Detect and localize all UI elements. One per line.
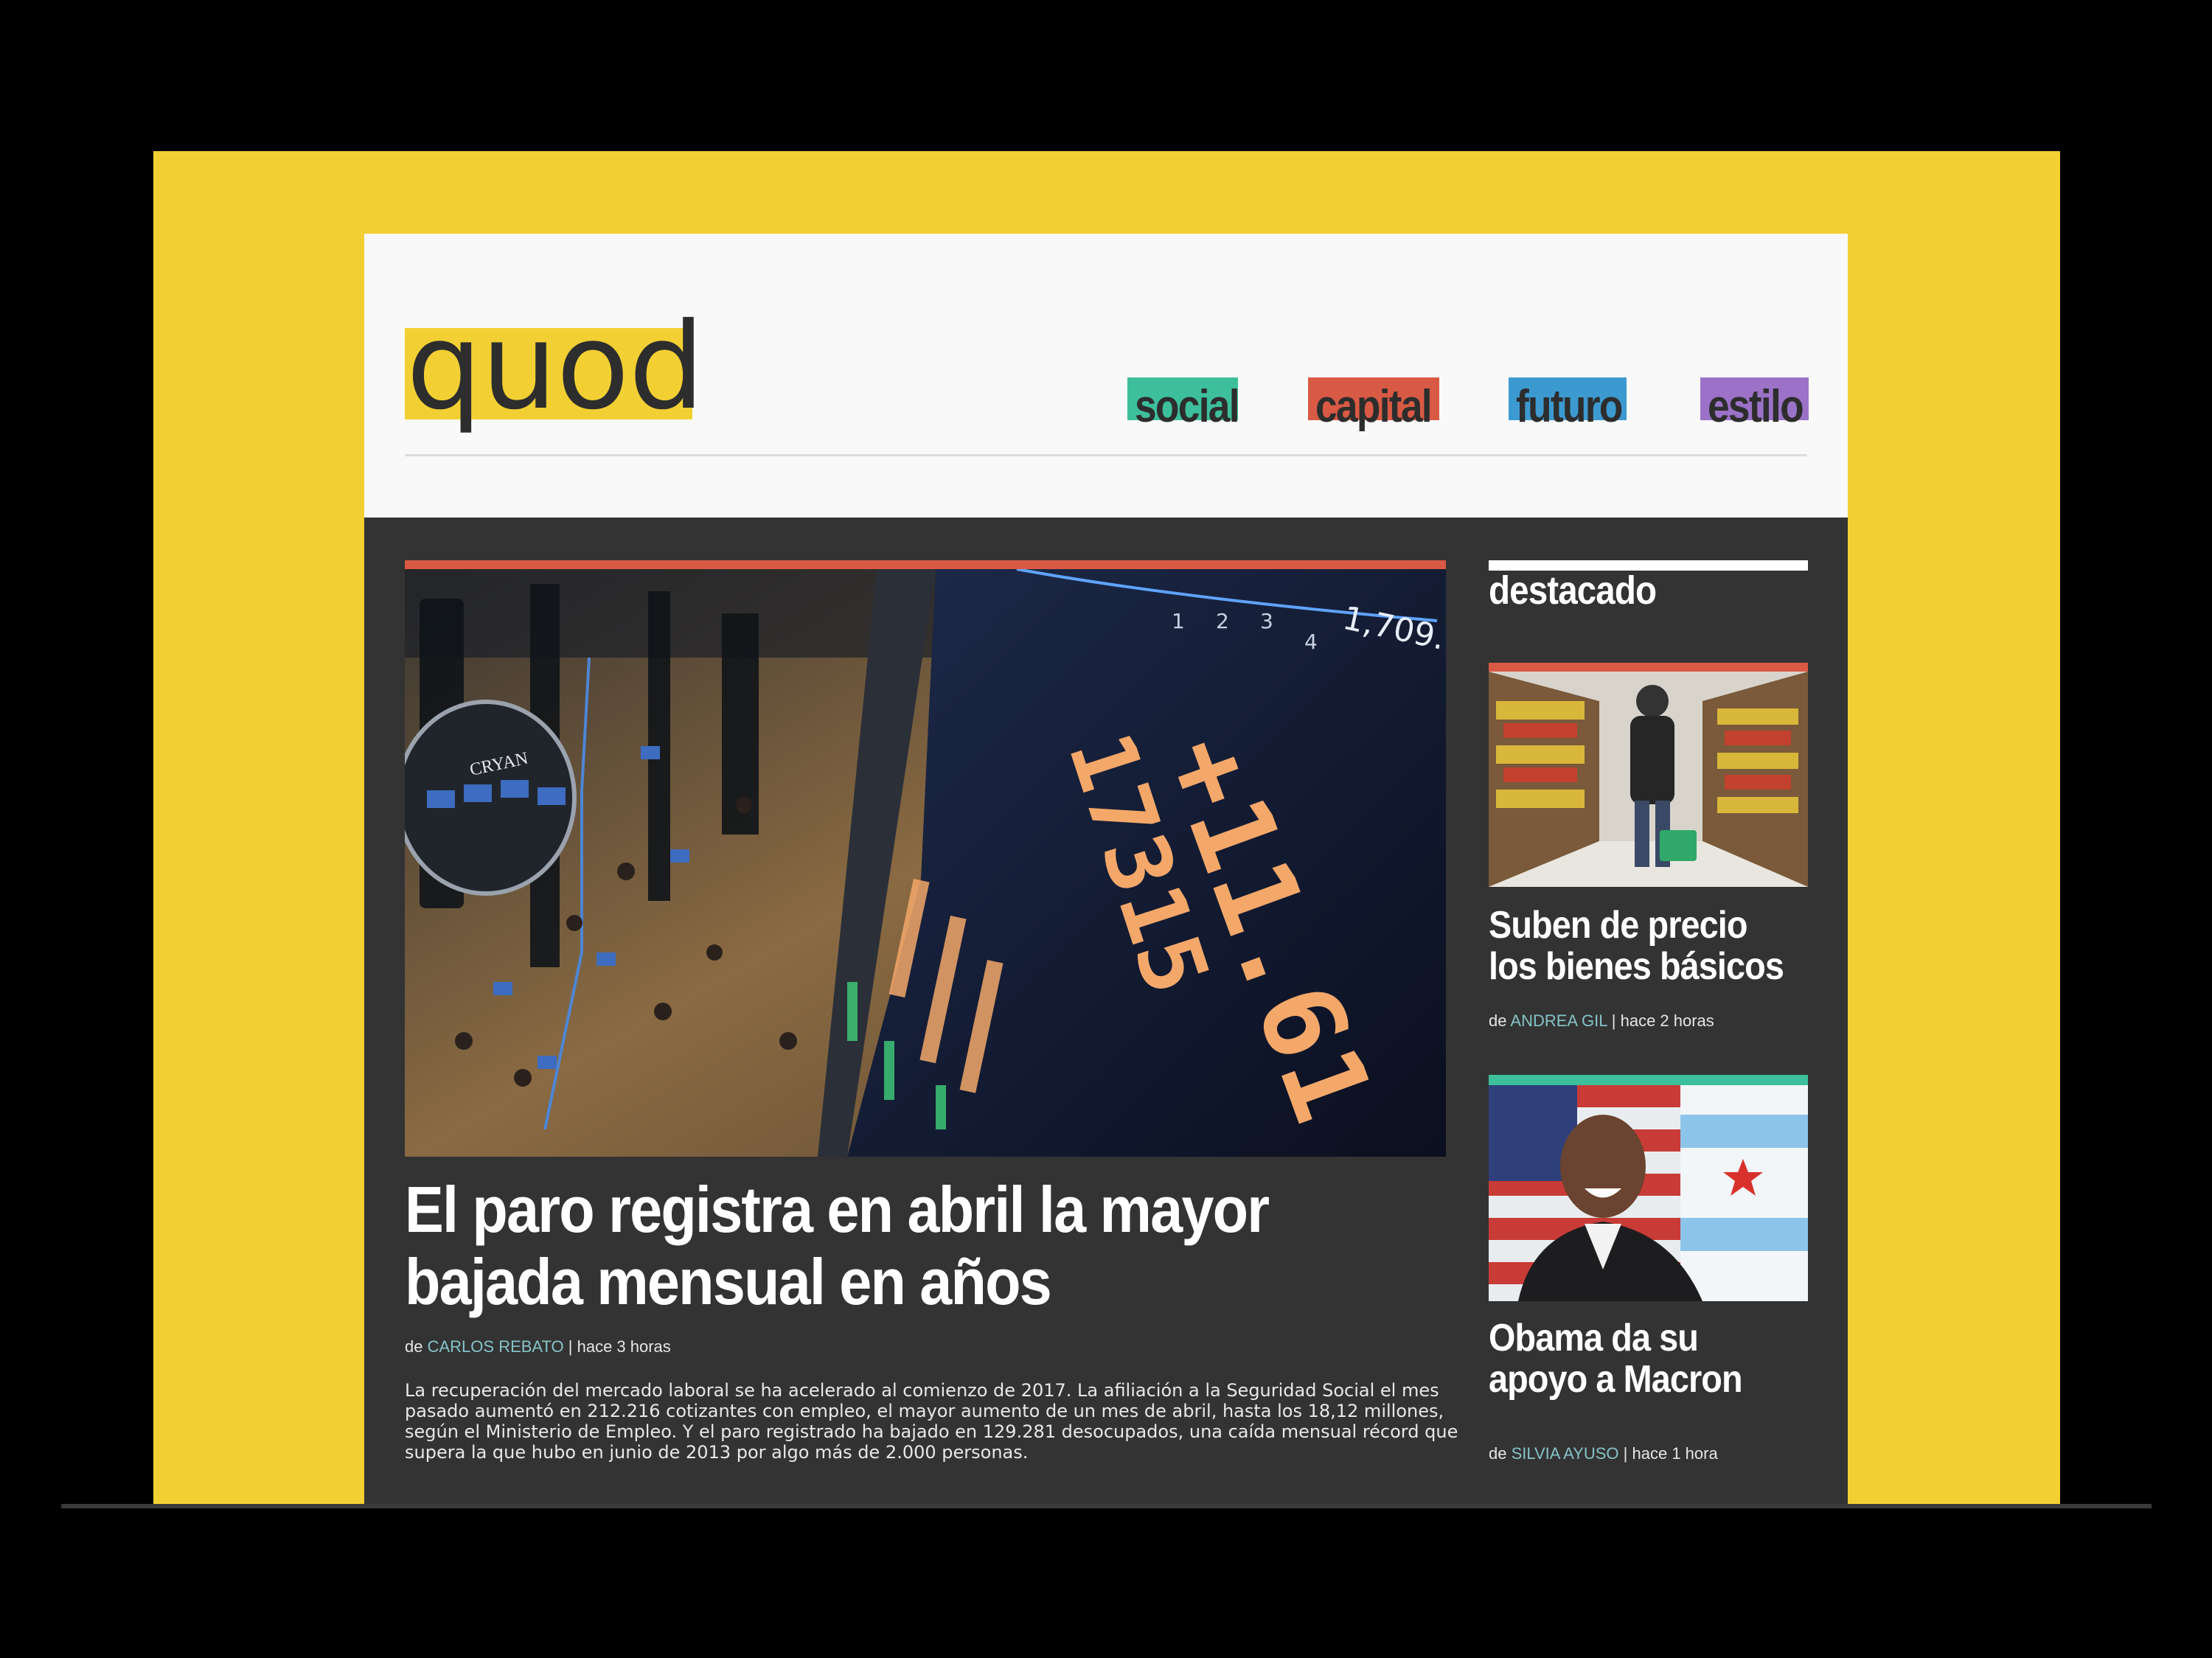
- device-edge: [61, 1504, 2152, 1508]
- byline-separator: |: [1623, 1444, 1628, 1463]
- obama-image[interactable]: [1489, 1085, 1808, 1301]
- main-story-byline: de CARLOS REBATO | hace 3 horas: [405, 1337, 671, 1356]
- byline-separator: |: [568, 1337, 573, 1356]
- byline-time: hace 3 horas: [577, 1337, 671, 1356]
- card-byline: de ANDREA GIL | hace 2 horas: [1489, 1011, 1714, 1031]
- card-title[interactable]: Obama da su apoyo a Macron: [1489, 1317, 1801, 1400]
- scale-tick-2: 2: [1216, 609, 1229, 633]
- news-page: quod social capital futuro estilo CRYAN …: [364, 234, 1848, 1504]
- quod-logo[interactable]: quod: [405, 307, 704, 427]
- nav-item-futuro[interactable]: futuro: [1509, 377, 1634, 436]
- byline-time: hace 2 horas: [1620, 1011, 1714, 1030]
- byline-author[interactable]: CARLOS REBATO: [428, 1337, 564, 1356]
- card-section-bar: [1489, 1075, 1808, 1085]
- byline-prefix: de: [1489, 1444, 1507, 1463]
- main-story-headline[interactable]: El paro registra en abril la mayor bajad…: [405, 1174, 1360, 1318]
- scale-tick-4: 4: [1304, 630, 1318, 654]
- header-divider: [405, 454, 1807, 456]
- byline-prefix: de: [1489, 1011, 1507, 1030]
- stock-exchange-illustration: CRYAN 1,709.7 1 2 3 4 +11.61 17315: [405, 569, 1446, 1157]
- nav-label: futuro: [1516, 381, 1623, 432]
- nav-item-capital[interactable]: capital: [1308, 377, 1448, 436]
- sidebar-title: destacado: [1489, 568, 1657, 613]
- scale-tick-3: 3: [1260, 609, 1273, 633]
- scale-tick-1: 1: [1172, 609, 1185, 633]
- card-byline: de SILVIA AYUSO | hace 1 hora: [1489, 1444, 1718, 1463]
- byline-author[interactable]: ANDREA GIL: [1510, 1011, 1607, 1030]
- main-story-summary: La recuperación del mercado laboral se h…: [405, 1380, 1458, 1463]
- byline-separator: |: [1611, 1011, 1616, 1030]
- byline-prefix: de: [405, 1337, 423, 1356]
- portrait-illustration: [1489, 1085, 1808, 1301]
- supermarket-illustration: [1489, 672, 1808, 887]
- nav-label: capital: [1315, 381, 1433, 432]
- card-title[interactable]: Suben de precio los bienes básicos: [1489, 905, 1801, 987]
- main-story-section-bar: [405, 560, 1446, 569]
- byline-author[interactable]: SILVIA AYUSO: [1512, 1444, 1619, 1463]
- main-story-image[interactable]: CRYAN 1,709.7 1 2 3 4 +11.61 17315: [405, 569, 1446, 1157]
- supermarket-image[interactable]: [1489, 672, 1808, 887]
- nav-label: social: [1135, 381, 1240, 432]
- nav-label: estilo: [1708, 381, 1804, 432]
- logo-text: quod: [406, 298, 704, 436]
- site-header: quod social capital futuro estilo: [364, 234, 1848, 518]
- nav-item-estilo[interactable]: estilo: [1700, 377, 1818, 436]
- byline-time: hace 1 hora: [1632, 1444, 1718, 1463]
- nav-item-social[interactable]: social: [1127, 377, 1245, 436]
